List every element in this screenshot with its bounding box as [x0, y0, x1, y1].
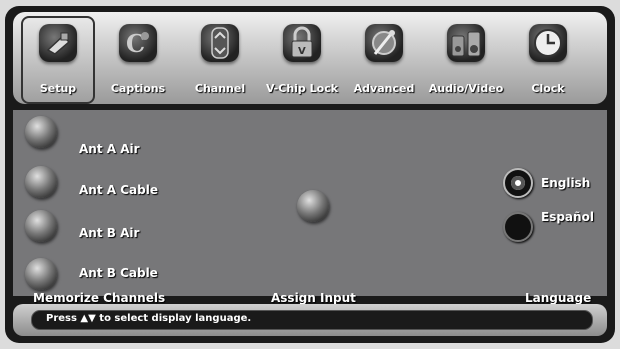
menu-tab-bar: Setup C Captions Channel V V-Chip Lock A… [13, 12, 607, 104]
language-label: Español [541, 210, 594, 224]
advanced-icon [365, 24, 403, 62]
lock-icon: V [283, 24, 321, 62]
option-button[interactable] [25, 258, 57, 290]
tab-label: Setup [39, 82, 77, 95]
option-label: Ant A Cable [79, 183, 158, 197]
status-message-box: Press ▲▼ to select display language. [31, 310, 593, 330]
radio-selected-icon[interactable] [503, 168, 533, 198]
svg-text:V: V [298, 46, 306, 57]
language-option-english[interactable]: English [503, 168, 603, 202]
language-option-espanol[interactable]: Español [503, 208, 603, 242]
option-ant-a-air[interactable]: Ant A Air [25, 116, 175, 156]
option-ant-b-air[interactable]: Ant B Air [25, 210, 175, 244]
tab-audio-video[interactable]: Audio/Video [429, 18, 503, 100]
setup-menu-window: Setup C Captions Channel V V-Chip Lock A… [5, 6, 615, 343]
status-bar: Press ▲▼ to select display language. [13, 304, 607, 336]
option-ant-b-cable[interactable]: Ant B Cable [25, 258, 175, 292]
tab-label: Captions [110, 82, 166, 95]
tab-channel[interactable]: Channel [185, 18, 255, 100]
option-button[interactable] [25, 166, 57, 198]
option-ant-a-cable[interactable]: Ant A Cable [25, 166, 175, 200]
memorize-channels-heading: Memorize Channels [33, 291, 166, 305]
assign-input-button[interactable] [297, 190, 329, 222]
tab-vchip-lock[interactable]: V V-Chip Lock [266, 18, 338, 100]
option-label: Ant B Air [79, 226, 140, 240]
speakers-icon [447, 24, 485, 62]
status-message: Press ▲▼ to select display language. [46, 313, 252, 324]
radio-unselected-icon[interactable] [503, 212, 533, 242]
tab-label: Advanced [353, 82, 415, 95]
option-label: Ant A Air [79, 142, 140, 156]
option-button[interactable] [25, 116, 57, 148]
language-heading: Language [525, 291, 592, 305]
setup-icon [39, 24, 77, 62]
channel-icon [201, 24, 239, 62]
assign-input-heading: Assign Input [271, 291, 356, 305]
tab-clock[interactable]: Clock [513, 18, 583, 100]
clock-icon [529, 24, 567, 62]
language-label: English [541, 176, 591, 190]
captions-icon: C [119, 24, 157, 62]
option-label: Ant B Cable [79, 266, 158, 280]
tab-setup[interactable]: Setup [21, 16, 95, 104]
tab-label: Channel [194, 82, 246, 95]
tab-label: Clock [531, 82, 565, 95]
setup-panel: Ant A Air Ant A Cable Ant B Air Ant B Ca… [13, 110, 607, 305]
tab-label: Audio/Video [428, 82, 504, 95]
option-button[interactable] [25, 210, 57, 242]
tab-captions[interactable]: C Captions [103, 18, 173, 100]
tab-label: V-Chip Lock [265, 82, 339, 95]
tab-advanced[interactable]: Advanced [349, 18, 419, 100]
